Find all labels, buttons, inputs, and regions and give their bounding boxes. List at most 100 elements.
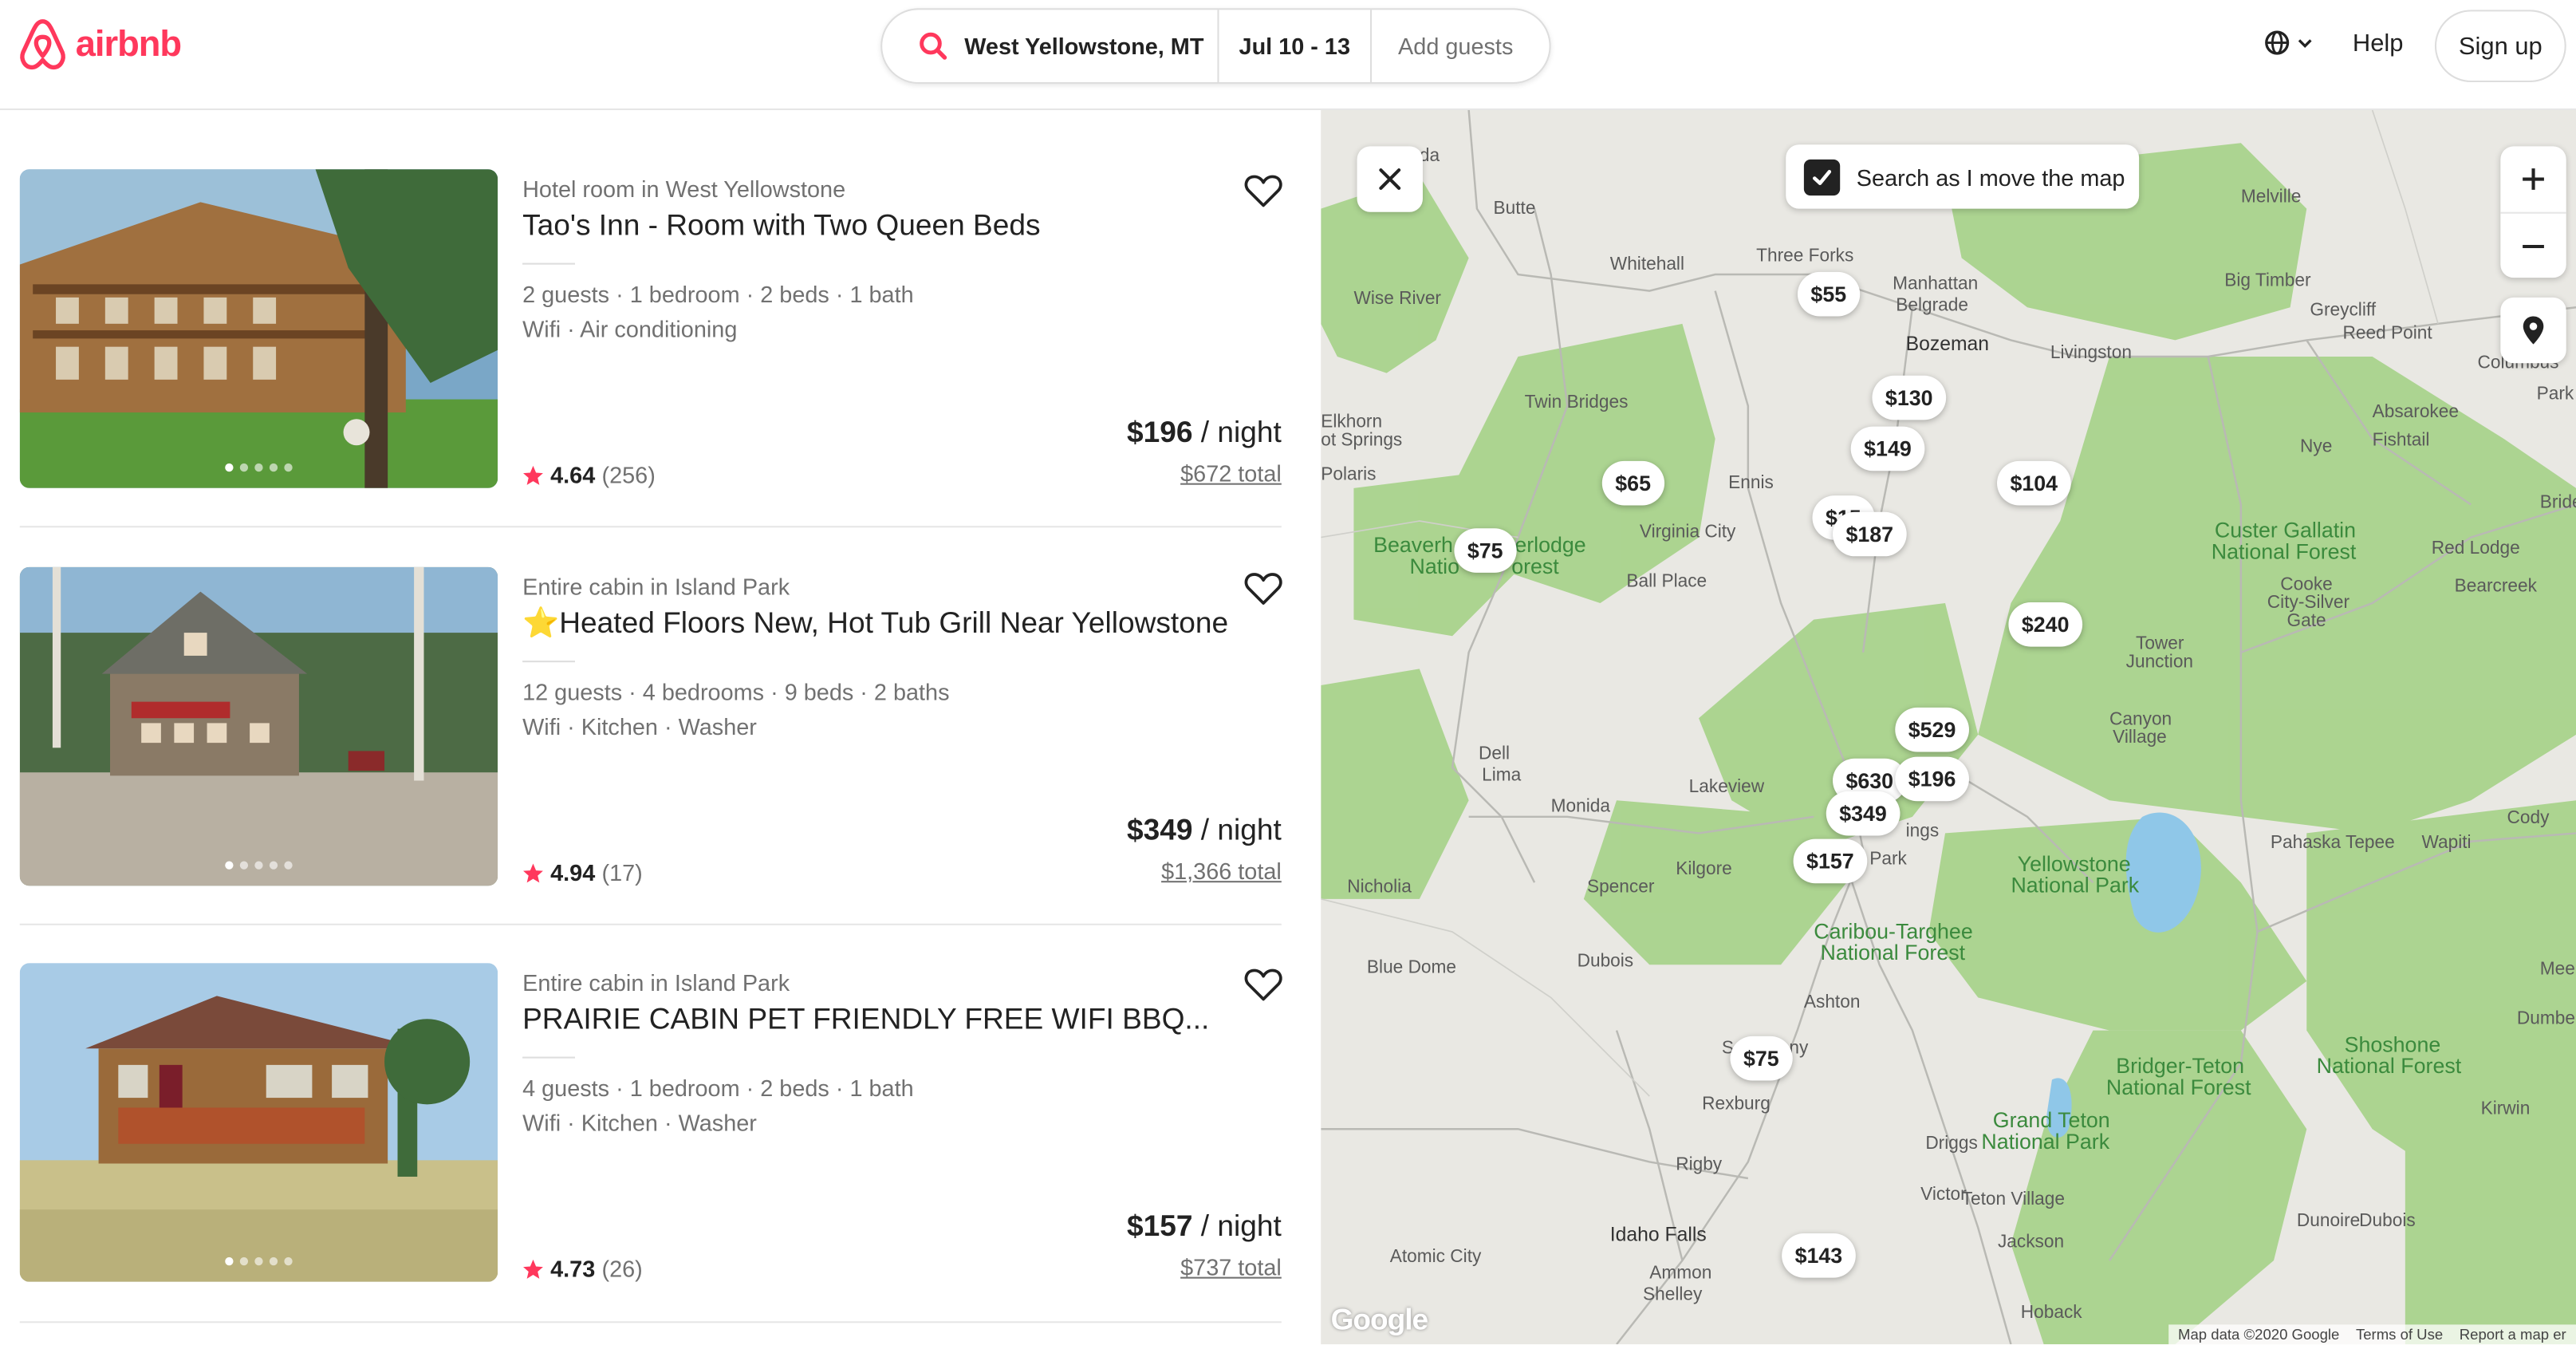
listing-photo[interactable]	[19, 963, 498, 1282]
park-label: Grand Teton	[1992, 1107, 2110, 1133]
price-pin[interactable]: $143	[1782, 1233, 1856, 1278]
listing-rating: 4.73 (26)	[522, 1256, 643, 1282]
price-pin[interactable]: $149	[1850, 426, 1925, 471]
listing-title[interactable]: ⭐️Heated Floors New, Hot Tub Grill Near …	[522, 606, 1228, 641]
chevron-down-icon	[2298, 39, 2312, 49]
park-label: Yellowstone	[2017, 851, 2131, 876]
listing-card[interactable]: Entire cabin in Island Park ⭐️Heated Flo…	[19, 566, 1285, 965]
listing-title[interactable]: Tao's Inn - Room with Two Queen Beds	[522, 209, 1040, 243]
google-logo[interactable]: Google	[1331, 1304, 1429, 1338]
price-pin[interactable]: $75	[1730, 1036, 1793, 1081]
place-label: Fishtail	[2372, 430, 2430, 451]
airbnb-logo-icon	[20, 19, 65, 70]
place-label: Elkhorn	[1321, 412, 1383, 432]
rating-value: 4.73	[550, 1255, 596, 1282]
price-pin[interactable]: $529	[1895, 707, 1969, 752]
forest-label: Custer Gallatin	[2214, 517, 2357, 542]
listing-separator	[19, 923, 1282, 925]
price-pin[interactable]: $240	[2008, 602, 2082, 647]
rating-value: 4.94	[550, 859, 596, 886]
search-location[interactable]: West Yellowstone, MT	[882, 10, 1219, 82]
price-pin[interactable]: $130	[1872, 375, 1946, 420]
price-pin[interactable]: $187	[1833, 511, 1907, 557]
listing-amenities: Wifi · Air conditioning	[522, 315, 738, 342]
photo-carousel-dots[interactable]	[20, 1256, 498, 1266]
price-pin[interactable]: $55	[1797, 271, 1860, 317]
place-label: Butte	[1493, 199, 1536, 219]
place-label: Bearcreek	[2454, 577, 2537, 597]
place-label: Kirwin	[2480, 1099, 2531, 1119]
place-label: Blue Dome	[1366, 957, 1457, 978]
total-price-link[interactable]: $737 total	[1180, 1254, 1282, 1280]
place-label: Park	[2536, 385, 2574, 404]
current-location-button[interactable]	[2500, 297, 2566, 364]
photo-carousel-dots[interactable]	[20, 861, 498, 870]
heart-icon[interactable]	[1243, 172, 1282, 208]
airbnb-logo[interactable]: airbnb	[17, 17, 182, 73]
help-link[interactable]: Help	[2353, 30, 2404, 57]
search-guests[interactable]: Add guests	[1372, 33, 1513, 59]
divider	[522, 1056, 575, 1059]
close-map-button[interactable]	[1357, 146, 1423, 212]
price-pin[interactable]: $75	[1454, 528, 1517, 573]
price-unit: / night	[1192, 813, 1282, 846]
map-panel[interactable]: Butte Whitehall Three Forks Manhattan Be…	[1321, 110, 2576, 1345]
price-pin[interactable]: $349	[1826, 791, 1900, 836]
place-label: Bozeman	[1905, 332, 1990, 355]
report-link[interactable]: Report a map er	[2460, 1326, 2566, 1343]
park-label: National Park	[1981, 1129, 2110, 1154]
map-data-text: Map data ©2020 Google	[2178, 1326, 2340, 1343]
place-label: Canyon	[2109, 709, 2172, 730]
price-pin[interactable]: $196	[1895, 756, 1969, 802]
place-label: Melville	[2240, 187, 2302, 207]
listing-card[interactable]: Hotel room in West Yellowstone Tao's Inn…	[19, 169, 1285, 567]
total-price-link[interactable]: $1,366 total	[1161, 858, 1282, 884]
total-price-link[interactable]: $672 total	[1180, 460, 1282, 487]
search-as-move-toggle[interactable]: Search as I move the map	[1786, 144, 2140, 209]
listing-type: Hotel room in West Yellowstone	[522, 176, 846, 203]
listing-separator	[19, 526, 1282, 528]
listing-title[interactable]: PRAIRIE CABIN PET FRIENDLY FREE WIFI BBQ…	[522, 1003, 1209, 1037]
airbnb-wordmark: airbnb	[75, 22, 182, 65]
place-label: Nye	[2300, 436, 2333, 457]
price-value: $157	[1126, 1209, 1193, 1243]
search-bar[interactable]: West Yellowstone, MT Jul 10 - 13 Add gue…	[880, 8, 1551, 85]
search-dates[interactable]: Jul 10 - 13	[1219, 10, 1373, 82]
nightly-price: $349 / night	[1127, 814, 1282, 848]
listing-type: Entire cabin in Island Park	[522, 969, 790, 996]
place-label: Dunoire	[2296, 1211, 2361, 1231]
price-value: $349	[1126, 813, 1193, 846]
zoom-controls	[2500, 146, 2566, 278]
review-count: (17)	[601, 859, 643, 886]
place-label: Victor	[1920, 1185, 1967, 1205]
language-selector[interactable]	[2264, 30, 2314, 56]
terms-link[interactable]: Terms of Use	[2356, 1326, 2443, 1343]
plus-icon	[2523, 168, 2544, 190]
place-label: Idaho Falls	[1609, 1222, 1707, 1246]
price-pin[interactable]: $157	[1793, 838, 1868, 884]
place-label: Park	[1869, 850, 1907, 870]
listing-rating: 4.64 (256)	[522, 462, 656, 488]
price-pin[interactable]: $104	[1997, 460, 2071, 506]
heart-icon[interactable]	[1243, 570, 1282, 606]
forest-label: National Forest	[2105, 1075, 2251, 1100]
listing-photo[interactable]	[19, 169, 498, 488]
listing-card[interactable]: Entire cabin in Island Park PRAIRIE CABI…	[19, 963, 1285, 1361]
listing-photo[interactable]	[19, 566, 498, 886]
place-label: Kilgore	[1676, 859, 1732, 880]
search-as-move-checkbox[interactable]	[1803, 158, 1841, 195]
heart-icon[interactable]	[1243, 966, 1282, 1002]
listing-type: Entire cabin in Island Park	[522, 573, 790, 600]
signup-button[interactable]: Sign up	[2434, 10, 2566, 82]
price-pin[interactable]: $65	[1601, 460, 1664, 506]
location-pin-icon	[2523, 316, 2544, 345]
place-label: Mee	[2539, 960, 2575, 980]
photo-carousel-dots[interactable]	[20, 463, 498, 472]
place-label: Big Timber	[2224, 270, 2311, 291]
listing-details: 4 guests · 1 bedroom · 2 beds · 1 bath	[522, 1075, 914, 1102]
place-label: Nicholia	[1347, 878, 1412, 897]
zoom-in-button[interactable]	[2500, 146, 2566, 211]
place-label: Dubois	[1577, 951, 1634, 972]
zoom-out-button[interactable]	[2500, 211, 2566, 279]
place-label: Whitehall	[1609, 254, 1685, 275]
